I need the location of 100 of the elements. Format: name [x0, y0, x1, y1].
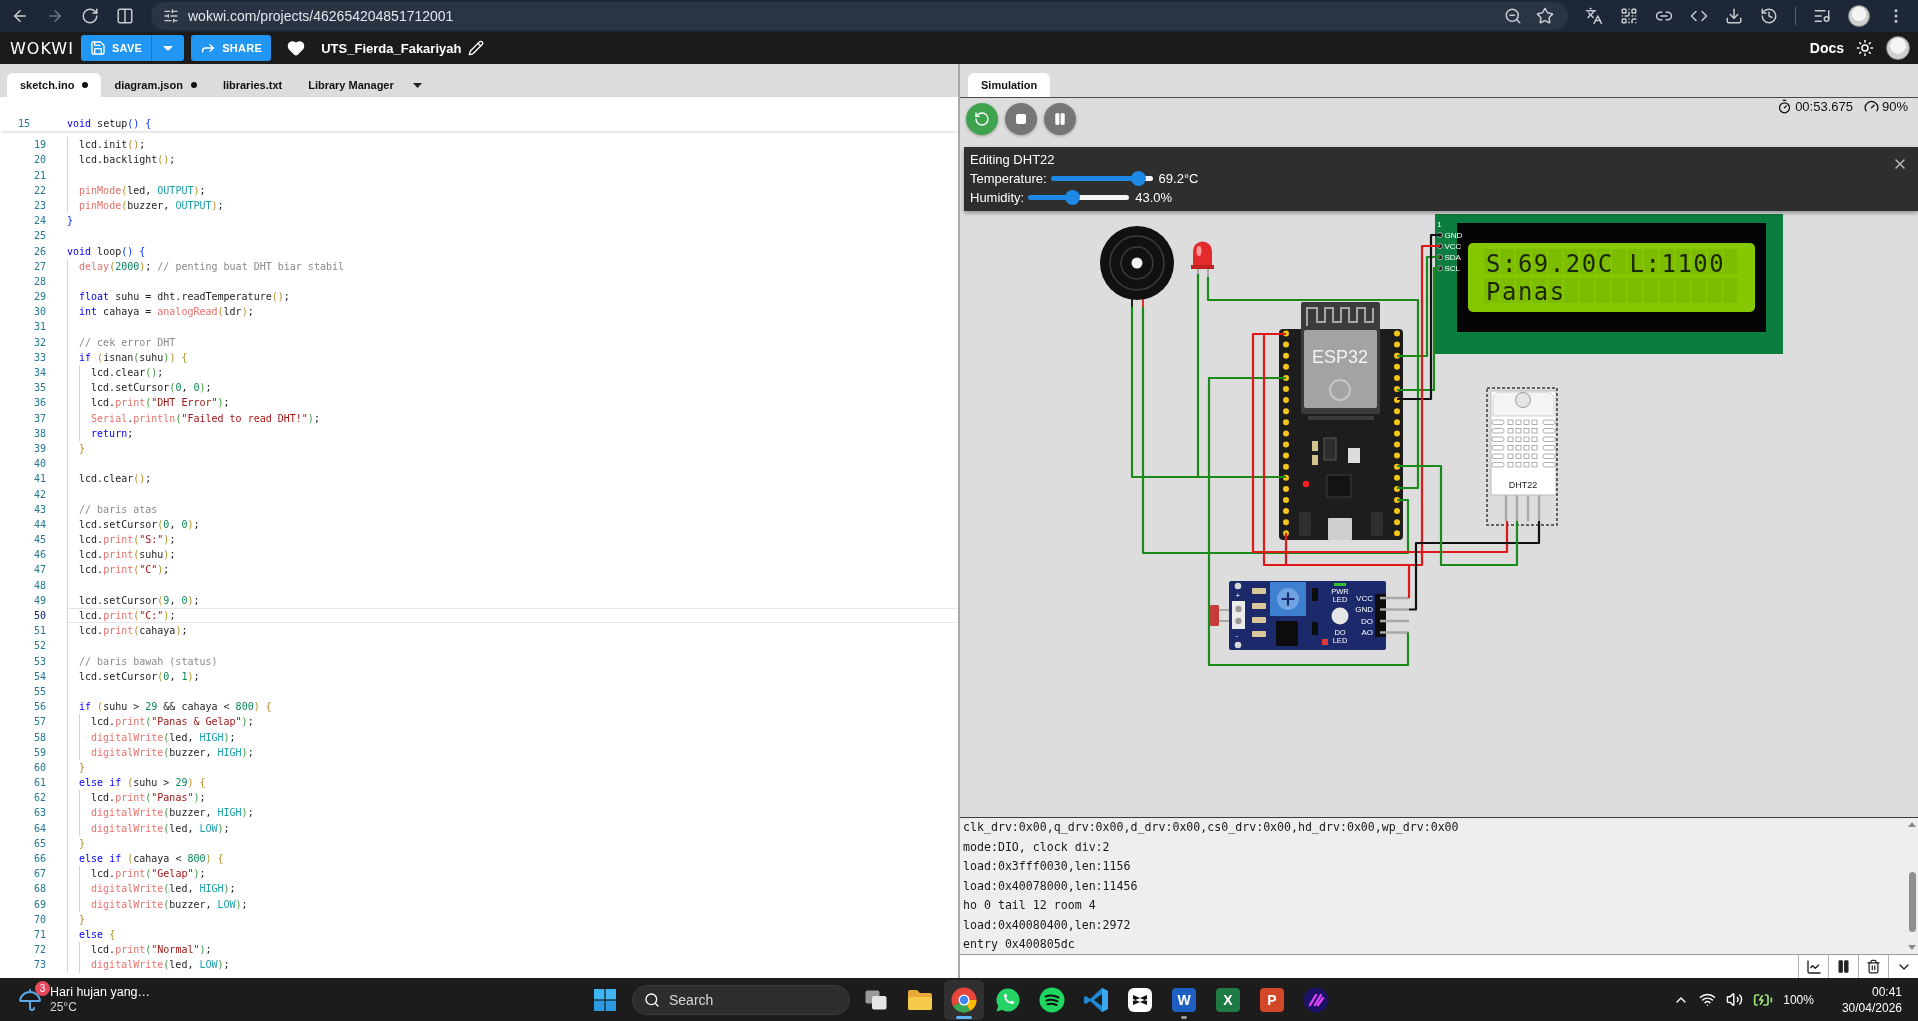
qr-code-icon[interactable]	[1620, 7, 1638, 25]
restart-button[interactable]	[966, 103, 998, 135]
code-line: // baris bawah (status)	[79, 654, 218, 669]
heart-icon[interactable]	[287, 39, 306, 57]
download-icon[interactable]	[1725, 7, 1743, 25]
docs-link[interactable]: Docs	[1809, 40, 1844, 56]
code-line: lcd.setCursor(0, 1);	[79, 669, 200, 684]
line-number: 71	[32, 927, 46, 942]
pin-label: AO	[1361, 628, 1373, 638]
code-line: return;	[91, 426, 134, 441]
code-line: lcd.init();	[79, 138, 146, 153]
line-number: 30	[32, 305, 46, 320]
line-number: 72	[32, 943, 46, 958]
code-line: void setup() {	[67, 117, 152, 131]
sensor-label: DHT22	[1508, 480, 1538, 490]
media-list-icon[interactable]	[1813, 7, 1831, 25]
line-number: 46	[32, 548, 46, 563]
caret-down-icon[interactable]	[412, 82, 422, 88]
speaker-icon[interactable]	[1726, 991, 1744, 1008]
line-number: 64	[32, 821, 46, 836]
pin-label: SCL	[1444, 264, 1461, 274]
line-number: 20	[32, 153, 46, 168]
save-options-button[interactable]	[151, 35, 185, 61]
chat-bubble-icon	[995, 986, 1021, 1013]
umbrella-icon[interactable]	[18, 987, 42, 1012]
stacked-windows-icon	[865, 989, 887, 1010]
code-line: lcd.clear();	[91, 366, 164, 380]
line-number: 45	[32, 533, 46, 548]
stop-button[interactable]	[1005, 103, 1037, 135]
file-tab[interactable]: libraries.txt	[209, 73, 296, 97]
console-line: entry 0x400805dc	[963, 936, 1075, 953]
address-field[interactable]: wokwi.com/projects/462654204851712001	[188, 8, 454, 24]
line-number: 33	[32, 350, 46, 365]
line-number: 52	[32, 639, 46, 654]
avatar[interactable]	[1886, 36, 1910, 60]
console-line: load:0x40078000,len:11456	[963, 877, 1138, 895]
pause-button[interactable]	[1044, 103, 1076, 135]
line-number: 23	[32, 198, 46, 213]
file-tab[interactable]: Library Manager	[295, 73, 407, 97]
line-number: 67	[32, 867, 46, 882]
code-line: pinMode(led, OUTPUT);	[79, 183, 206, 198]
line-number: 50	[32, 609, 46, 623]
file-tab[interactable]: sketch.ino	[7, 73, 102, 97]
code-line: lcd.print("DHT Error");	[91, 396, 230, 411]
project-name[interactable]: UTS_Fierda_Fakariyah	[321, 40, 462, 56]
sun-icon[interactable]	[1856, 39, 1874, 57]
split-view-icon[interactable]	[116, 7, 134, 25]
slider-thumb[interactable]	[1064, 190, 1080, 205]
site-settings-icon[interactable]	[163, 8, 179, 24]
code-line: else {	[79, 927, 116, 942]
star-icon[interactable]	[1536, 7, 1554, 25]
wifi-icon[interactable]	[1699, 991, 1717, 1008]
weather-summary[interactable]: Hari hujan yang…	[50, 985, 151, 999]
code-line: lcd.clear();	[79, 472, 152, 487]
weather-temperature: 25°C	[50, 1000, 78, 1014]
code-line: else if (cahaya < 800) {	[79, 852, 224, 866]
pencil-icon[interactable]	[468, 40, 485, 56]
code-line: lcd.print("C:");	[79, 609, 176, 623]
app-logo: W	[1172, 987, 1196, 1012]
terminal-label: +	[1235, 591, 1241, 600]
slider-value: 43.0%	[1135, 190, 1173, 205]
code-line: lcd.print(suhu);	[79, 548, 176, 563]
code-line: digitalWrite(buzzer, HIGH);	[91, 745, 254, 760]
history-icon[interactable]	[1760, 7, 1778, 25]
back-icon[interactable]	[11, 7, 29, 25]
restart-icon	[974, 111, 990, 127]
translate-icon[interactable]	[1585, 7, 1603, 25]
code-line: delay(2000); // penting buat DHT biar stabil	[79, 259, 344, 274]
line-number: 28	[32, 274, 46, 289]
line-number: 37	[32, 411, 46, 426]
forward-icon[interactable]	[46, 7, 64, 25]
code-line: lcd.print(cahaya);	[79, 624, 188, 639]
zoom-out-icon[interactable]	[1504, 7, 1522, 25]
code-line: digitalWrite(led, HIGH);	[91, 730, 236, 745]
code-line: }	[79, 441, 86, 456]
taskbar-app-button[interactable]	[944, 979, 984, 1020]
reload-icon[interactable]	[81, 7, 99, 25]
panel-title: Editing DHT22	[970, 151, 1055, 169]
code-line: float suhu = dht.readTemperature();	[79, 290, 290, 305]
line-number: 68	[32, 882, 46, 897]
logo[interactable]: WOKWI	[10, 38, 74, 58]
tile-icon	[1128, 987, 1152, 1012]
line-number: 39	[32, 441, 46, 456]
simulation-tab[interactable]: Simulation	[968, 73, 1051, 97]
clock-date[interactable]: 30/04/2026	[1841, 1000, 1902, 1015]
clock-time[interactable]: 00:41	[1871, 984, 1902, 999]
code-line: }	[79, 760, 86, 775]
four-squares-logo-icon	[594, 988, 616, 1011]
taskbar-app-button[interactable]: W	[1164, 979, 1204, 1020]
taskbar-app-button[interactable]: X	[1208, 979, 1248, 1020]
console-line: clk_drv:0x00,q_drv:0x00,d_drv:0x00,cs0_drv:0x00,hd_drv:0x00,wp_drv:0x00	[963, 819, 1459, 836]
pause-icon	[1836, 959, 1851, 974]
line-number: 35	[32, 381, 46, 396]
taskbar-app-button[interactable]: P	[1252, 979, 1292, 1020]
slider-thumb[interactable]	[1131, 171, 1147, 186]
avatar[interactable]	[1848, 5, 1870, 27]
code-line: lcd.print("S:");	[79, 533, 176, 548]
line-number: 24	[32, 214, 46, 229]
search-field[interactable]: Search	[632, 984, 850, 1015]
file-tab[interactable]: diagram.json	[101, 73, 210, 97]
